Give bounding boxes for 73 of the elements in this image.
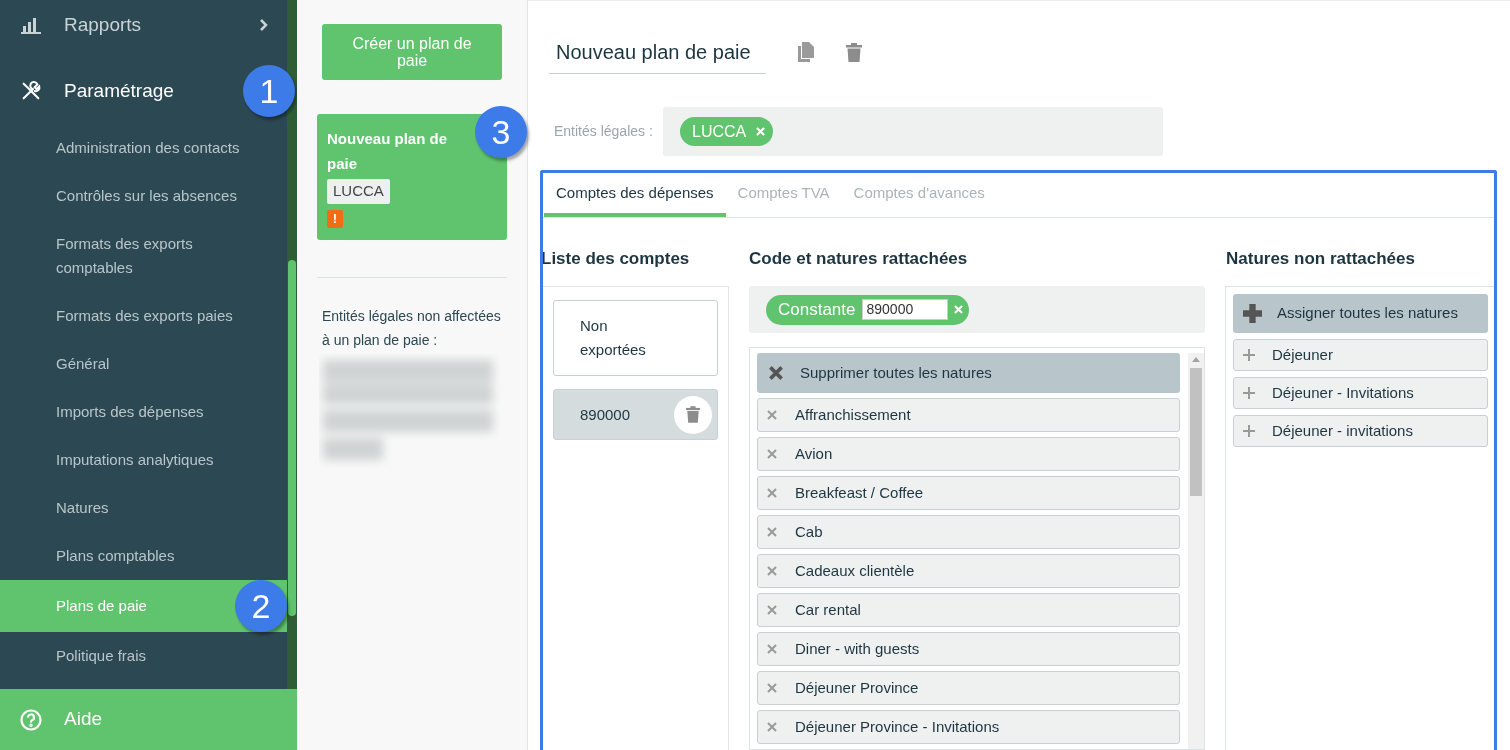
plus-icon bbox=[1243, 349, 1255, 361]
menu-item[interactable]: Natures bbox=[0, 484, 287, 532]
menu-item[interactable]: Imports des dépenses bbox=[0, 388, 287, 436]
menu-item[interactable]: Contrôles sur les absences bbox=[0, 172, 287, 220]
nature-item[interactable]: Cadeaux clientèle bbox=[757, 554, 1180, 588]
code-input[interactable]: 890000 bbox=[861, 299, 948, 320]
menu-item[interactable]: Administration des contacts bbox=[0, 124, 287, 172]
menu-group-label: Paramétrage bbox=[64, 78, 175, 103]
menu-item[interactable]: Général bbox=[0, 340, 287, 388]
warning-badge: ! bbox=[327, 209, 343, 228]
nature-item[interactable]: Déjeuner - Invitations bbox=[1233, 377, 1488, 409]
nature-item[interactable]: Déjeuner bbox=[1233, 339, 1488, 371]
column-heading: Natures non rattachées bbox=[1225, 248, 1416, 270]
plan-name-field[interactable]: Nouveau plan de paie bbox=[549, 30, 766, 74]
close-icon bbox=[769, 366, 783, 380]
unassigned-label: Entités légales non affectées à un plan de paie : bbox=[321, 306, 502, 350]
plan-title: Nouveau plan de paie bbox=[327, 129, 449, 174]
callout-badge: 3 bbox=[475, 106, 527, 158]
menu-item[interactable]: Politique frais bbox=[0, 632, 287, 680]
account-item[interactable]: Non exportées bbox=[553, 300, 718, 376]
nature-item[interactable]: Déjeuner Province bbox=[757, 671, 1180, 705]
close-icon bbox=[767, 722, 777, 732]
trash-icon[interactable] bbox=[846, 42, 862, 62]
nature-item[interactable]: Déjeuner - invitations bbox=[1233, 415, 1488, 447]
scroll-up-icon[interactable] bbox=[1192, 356, 1200, 362]
tab[interactable]: Comptes des dépenses bbox=[544, 173, 726, 217]
trash-icon bbox=[686, 406, 700, 423]
plus-icon bbox=[1243, 425, 1255, 437]
chevron-right-icon bbox=[259, 18, 269, 32]
callout-badge: 2 bbox=[235, 580, 287, 632]
scrollbar-thumb[interactable] bbox=[1190, 368, 1202, 496]
entities-label: Entités légales : bbox=[554, 122, 654, 141]
close-icon bbox=[767, 488, 777, 498]
account-item[interactable]: 890000 bbox=[553, 389, 718, 440]
help-icon bbox=[20, 708, 42, 731]
close-icon bbox=[767, 644, 777, 654]
nature-item[interactable]: Breakfeast / Coffee bbox=[757, 476, 1180, 510]
callout-badge: 1 bbox=[243, 65, 295, 117]
close-icon bbox=[767, 605, 777, 615]
entity-tag: LUCCA bbox=[327, 179, 390, 204]
menu-item[interactable]: Plans comptables bbox=[0, 532, 287, 580]
nature-item[interactable]: Affranchissement bbox=[757, 398, 1180, 432]
plus-icon bbox=[1243, 387, 1255, 399]
nature-item[interactable]: Avion bbox=[757, 437, 1180, 471]
plus-icon bbox=[1243, 304, 1262, 323]
close-icon bbox=[767, 566, 777, 576]
close-icon bbox=[953, 305, 963, 314]
code-kind: Constante bbox=[778, 298, 856, 321]
close-icon bbox=[767, 683, 777, 693]
nature-item[interactable]: Déjeuner Province - Invitations bbox=[757, 710, 1180, 744]
menu-item[interactable]: Formats des exports paies bbox=[0, 292, 287, 340]
menu-group-label: Rapports bbox=[64, 12, 143, 37]
menu-item[interactable]: Formats des exports comptables bbox=[0, 220, 287, 292]
assign-all-button[interactable]: Assigner toutes les natures bbox=[1233, 294, 1488, 333]
menu-group[interactable]: Paramétrage bbox=[0, 58, 243, 124]
column-heading: Code et natures rattachées bbox=[749, 248, 969, 270]
close-icon bbox=[767, 410, 777, 420]
close-icon bbox=[767, 527, 777, 537]
code-chip[interactable]: Constante 890000 bbox=[766, 294, 969, 325]
tools-icon bbox=[20, 80, 42, 102]
remove-all-button[interactable]: Supprimer toutes les natures bbox=[757, 353, 1180, 393]
nature-item[interactable]: Car rental bbox=[757, 593, 1180, 627]
delete-account-button[interactable] bbox=[674, 395, 712, 434]
close-icon bbox=[767, 449, 777, 459]
bar-chart-icon bbox=[21, 16, 41, 34]
menu-item[interactable]: Imputations analytiques bbox=[0, 436, 287, 484]
scrollbar-thumb[interactable] bbox=[288, 260, 296, 616]
nature-item[interactable]: Diner - with guests bbox=[757, 632, 1180, 666]
column-heading: Liste des comptes bbox=[543, 248, 691, 270]
menu-group[interactable]: Rapports bbox=[0, 0, 287, 58]
copy-icon[interactable] bbox=[798, 42, 814, 62]
close-icon bbox=[756, 127, 766, 136]
nature-item[interactable]: Cab bbox=[757, 515, 1180, 549]
